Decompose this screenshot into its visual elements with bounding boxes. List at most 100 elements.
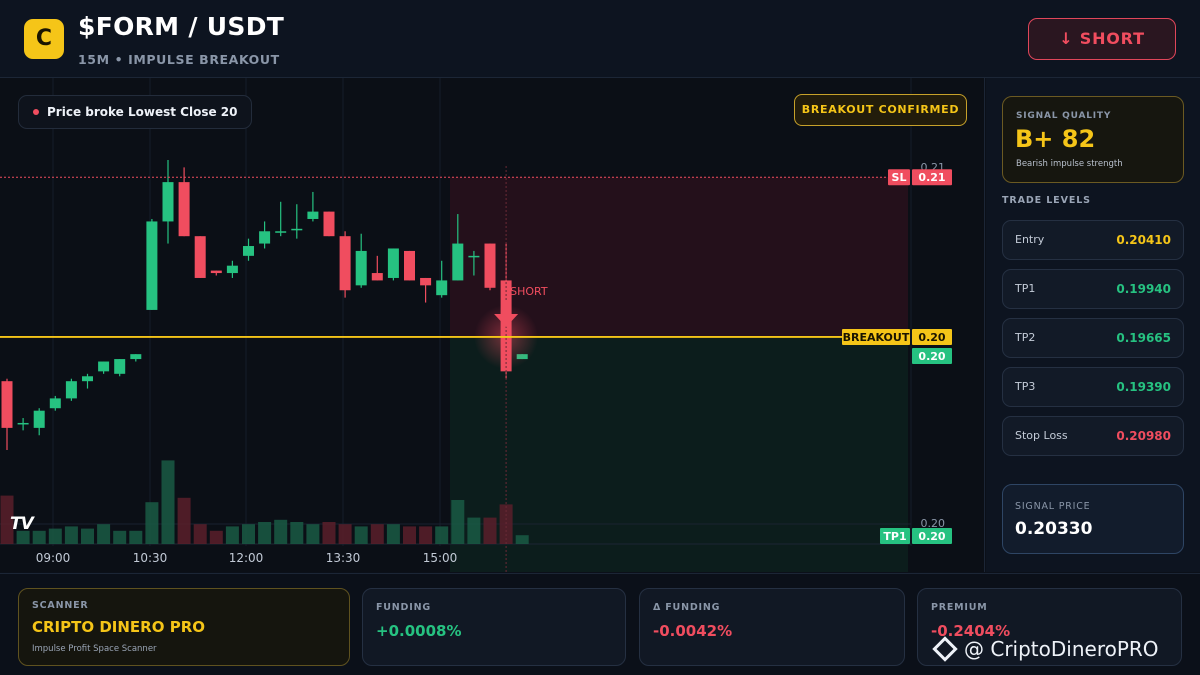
candle-body [33, 410, 45, 428]
timeframe-subtitle: 15M • IMPULSE BREAKOUT [78, 52, 280, 67]
scanner-label: SCANNER [32, 600, 89, 611]
trade-levels-title: TRADE LEVELS [1002, 195, 1091, 206]
volume-bar [97, 524, 111, 544]
trade-level-value: 0.19665 [1116, 331, 1171, 345]
binance-logo-icon [932, 635, 958, 662]
candle-body [404, 250, 415, 281]
volume-bar [515, 535, 529, 544]
breakout-confirmed-badge: BREAKOUT CONFIRMED [794, 94, 967, 126]
volume-bar [209, 530, 223, 544]
funding-card: FUNDING +0.0008% [362, 588, 626, 666]
signal-price-label: SIGNAL PRICE [1015, 501, 1091, 512]
x-axis-tick: 12:00 [229, 551, 264, 565]
trade-level-name: Entry [1015, 233, 1045, 246]
volume-bar [419, 526, 433, 544]
candle-body [82, 376, 93, 382]
candle-body [452, 243, 464, 281]
breakout-price-tag: 0.20 [918, 331, 945, 344]
signal-quality-label: SIGNAL QUALITY [1016, 111, 1112, 121]
candle-body [275, 231, 287, 233]
breakout-level-label: BREAKOUT [843, 331, 910, 344]
volume-bar [274, 519, 288, 544]
x-axis-tick: 10:30 [133, 551, 168, 565]
candle-body [98, 361, 110, 372]
candlestick-chart[interactable]: SHORT 09:00 10:30 12:00 13:30 15:00 0.21 0.20 SL… [0, 78, 985, 572]
volume-bar [64, 526, 78, 544]
candle-body [65, 381, 77, 399]
breakout-event-pill: Price broke Lowest Close 20 [18, 95, 253, 129]
volume-bar [354, 526, 368, 544]
footer-bar: SCANNER CRIPTO DINERO PRO Impulse Profit… [0, 573, 1200, 675]
chart-area[interactable]: SHORT 09:00 10:30 12:00 13:30 15:00 0.21 0.20 SL… [0, 78, 985, 572]
candle-body [387, 248, 399, 278]
pair-title: $FORM / USDT [78, 12, 285, 41]
candle-body [468, 255, 480, 258]
candle-body [484, 243, 496, 288]
trade-level-value: 0.20980 [1116, 429, 1171, 443]
volume-bar [193, 524, 207, 544]
signal-quality-desc: Bearish impulse strength [1016, 159, 1123, 169]
volume-bar [129, 530, 143, 544]
candle-body [194, 236, 206, 278]
volume-bar [370, 524, 384, 544]
volume-bar [435, 526, 449, 544]
trade-level-row: TP1 0.19940 [1002, 269, 1184, 309]
candle-body [1, 381, 13, 428]
candle-body [130, 354, 142, 360]
x-axis-tick: 15:00 [423, 551, 458, 565]
funding-label: FUNDING [376, 602, 431, 613]
candle-body [323, 211, 335, 237]
tp1-price-tag: 0.20 [918, 530, 945, 543]
volume-bar [113, 530, 127, 544]
scanner-card: SCANNER CRIPTO DINERO PRO Impulse Profit… [18, 588, 350, 666]
candle-body [210, 270, 222, 274]
candle-body [17, 422, 29, 425]
candle-body [420, 277, 432, 286]
candle-body [162, 182, 174, 222]
candle-body [114, 359, 126, 374]
scanner-name: CRIPTO DINERO PRO [32, 618, 205, 636]
scanner-desc: Impulse Profit Space Scanner [32, 644, 157, 654]
event-text: Price broke Lowest Close 20 [47, 105, 238, 119]
header: C $FORM / USDT 15M • IMPULSE BREAKOUT ↓ … [0, 0, 1200, 78]
volume-bar [483, 517, 497, 544]
volume-bar [451, 500, 465, 544]
short-direction-button[interactable]: ↓ SHORT [1028, 18, 1176, 60]
volume-bar [467, 517, 481, 544]
trade-level-name: TP1 [1015, 282, 1036, 295]
volume-bar [48, 528, 62, 544]
trade-level-name: TP2 [1015, 331, 1036, 344]
candle-body [49, 398, 61, 409]
candle-body [371, 273, 383, 281]
trade-level-row: Entry 0.20410 [1002, 220, 1184, 260]
candle-body [259, 231, 271, 244]
trade-level-row: Stop Loss 0.20980 [1002, 416, 1184, 456]
candle-body [178, 182, 190, 237]
trade-level-value: 0.20410 [1116, 233, 1171, 247]
watermark-handle: @ CriptoDineroPRO [964, 637, 1159, 661]
signal-price-value: 0.20330 [1015, 519, 1093, 539]
volume-bar [386, 524, 400, 544]
signal-price-card: SIGNAL PRICE 0.20330 [1002, 484, 1184, 554]
volume-bar [338, 524, 352, 544]
volume-bar [225, 526, 239, 544]
x-axis-tick: 13:30 [326, 551, 361, 565]
premium-label: PREMIUM [931, 602, 988, 613]
signal-quality-grade: B+ 82 [1015, 125, 1096, 153]
sl-level-label: SL [892, 171, 907, 184]
delta-funding-label: Δ FUNDING [653, 602, 721, 613]
app-logo: C [24, 19, 64, 59]
delta-funding-value: -0.0042% [653, 622, 733, 640]
candle-body [291, 228, 303, 231]
short-arrow-shaft [502, 300, 511, 314]
tp1-level-label: TP1 [883, 530, 906, 543]
candle-body [339, 236, 351, 291]
trade-level-name: TP3 [1015, 380, 1036, 393]
trade-level-value: 0.19390 [1116, 380, 1171, 394]
volume-bar [258, 522, 272, 544]
trade-level-row: TP2 0.19665 [1002, 318, 1184, 358]
volume-bar [242, 524, 255, 544]
sl-price-tag: 0.21 [918, 171, 945, 184]
funding-value: +0.0008% [376, 622, 462, 640]
candle-body [436, 280, 448, 296]
